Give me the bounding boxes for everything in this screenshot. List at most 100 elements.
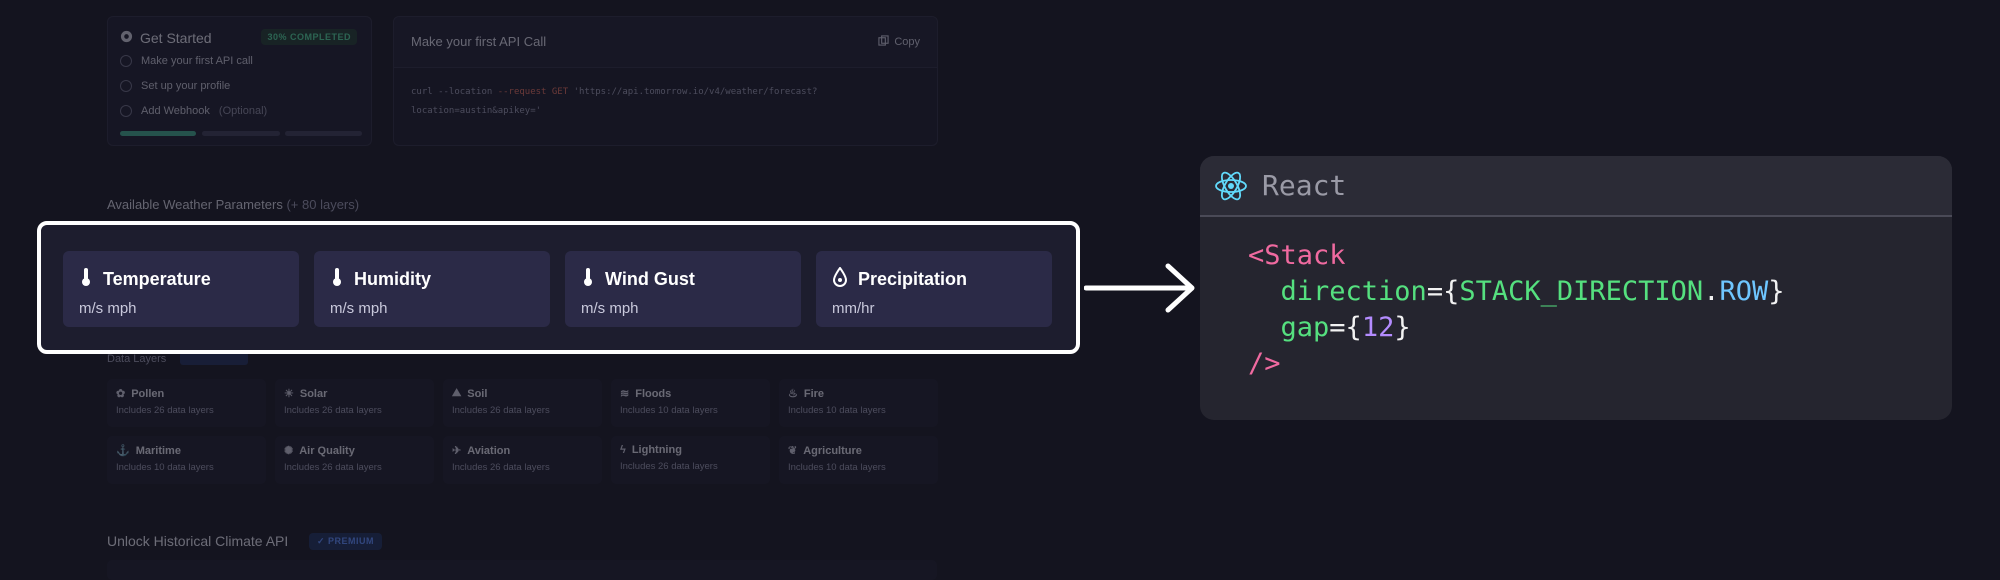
data-layer-name: Pollen <box>131 387 165 400</box>
data-layer-count: Includes 26 data layers <box>620 461 718 472</box>
data-layer-card[interactable]: ⚓ Maritime Includes 10 data layers <box>107 436 266 484</box>
data-layer-name-row: ⛰ Soil <box>452 387 593 400</box>
data-layer-card[interactable]: ❦ Agriculture Includes 10 data layers <box>779 436 938 484</box>
checkbox-circle[interactable] <box>120 105 132 117</box>
code-prop-name: gap <box>1280 312 1330 343</box>
highlighted-params-stack: Temperature m/s mph Humidity m/s mph Win… <box>37 221 1080 354</box>
api-code-snippet[interactable]: curl --location --request GET 'https://a… <box>411 83 817 121</box>
progress-segment-done <box>120 131 196 136</box>
weather-params-title: Available Weather Parameters <box>107 197 283 212</box>
code-text: 'https://api.tomorrow.io/v4/weather/fore… <box>568 87 818 97</box>
data-layer-name-row: ♨ Fire <box>788 387 929 401</box>
data-layer-name: Soil <box>467 387 488 400</box>
data-layer-card[interactable]: ☀ Solar Includes 26 data layers <box>275 379 434 427</box>
air-quality-icon: ✺ <box>284 445 294 457</box>
solar-icon: ☀ <box>284 388 294 400</box>
param-name: Humidity <box>354 269 432 289</box>
checklist-item[interactable]: Make your first API call <box>120 55 253 67</box>
param-units: m/s mph <box>581 300 639 317</box>
code-prop-value-key: ROW <box>1719 276 1769 307</box>
param-card-humidity[interactable]: Humidity m/s mph <box>314 251 550 327</box>
historical-panel <box>107 560 937 580</box>
checklist-item[interactable]: Add Webhook (Optional) <box>120 105 267 117</box>
data-layer-count: Includes 26 data layers <box>452 462 550 473</box>
maritime-icon: ⚓ <box>116 445 130 457</box>
data-layer-name: Air Quality <box>299 444 355 457</box>
data-layer-count: Includes 10 data layers <box>116 462 214 473</box>
react-code-card: React <Stack direction={STACK_DIRECTION.… <box>1200 156 1952 420</box>
checklist-item-label: Set up your profile <box>141 80 231 92</box>
code-prop-value-object: STACK_DIRECTION <box>1459 276 1704 307</box>
arrow-right-icon <box>1083 262 1198 319</box>
param-units: m/s mph <box>330 300 388 317</box>
progress-badge: 30% COMPLETED <box>261 29 357 45</box>
data-layer-card[interactable]: ⛰ Soil Includes 26 data layers <box>443 379 602 427</box>
param-units: mm/hr <box>832 300 875 317</box>
premium-badge: ✓ PREMIUM <box>309 533 383 550</box>
weather-params-count: (+ 80 layers) <box>286 197 360 212</box>
data-layer-name: Agriculture <box>803 444 862 457</box>
code-prop-name: direction <box>1280 276 1427 307</box>
droplet-icon <box>832 266 848 292</box>
param-card-temperature[interactable]: Temperature m/s mph <box>63 251 299 327</box>
param-card-wind-gust[interactable]: Wind Gust m/s mph <box>565 251 801 327</box>
data-layer-count: Includes 10 data layers <box>620 405 718 416</box>
checklist-item[interactable]: Set up your profile <box>120 80 230 92</box>
data-layer-name: Aviation <box>467 444 511 457</box>
data-layer-name-row: ❦ Agriculture <box>788 444 929 458</box>
data-layer-count: Includes 26 data layers <box>452 405 550 416</box>
thermometer-icon <box>79 267 93 292</box>
checkbox-circle[interactable] <box>120 80 132 92</box>
data-layer-name: Maritime <box>135 444 181 457</box>
copy-icon <box>878 35 889 49</box>
copy-button[interactable]: Copy <box>878 35 920 49</box>
code-flag: --request GET <box>497 87 569 97</box>
data-layer-name: Solar <box>299 387 328 400</box>
data-layer-card[interactable]: ✿ Pollen Includes 26 data layers <box>107 379 266 427</box>
data-layer-name-row: ✿ Pollen <box>116 387 257 401</box>
aviation-icon: ✈ <box>452 445 462 457</box>
data-layer-count: Includes 10 data layers <box>788 405 886 416</box>
react-logo-icon <box>1214 169 1248 208</box>
code-close-tag: /> <box>1248 348 1281 379</box>
api-call-title: Make your first API Call <box>411 34 547 49</box>
data-layer-card[interactable]: ≋ Floods Includes 10 data layers <box>611 379 770 427</box>
data-layer-name: Lightning <box>631 444 682 456</box>
code-prop-value-number: 12 <box>1361 312 1395 343</box>
get-started-card: Get Started 30% COMPLETED Make your firs… <box>107 16 372 146</box>
lightning-icon: ϟ <box>620 444 626 456</box>
data-layer-name-row: ≋ Floods <box>620 387 761 401</box>
data-layer-name-row: ϟ Lightning <box>620 444 761 456</box>
data-layer-count: Includes 10 data layers <box>788 462 886 473</box>
checkbox-circle[interactable] <box>120 55 132 67</box>
thermometer-icon <box>581 267 595 292</box>
react-code-snippet: <Stack direction={STACK_DIRECTION.ROW} g… <box>1248 240 1785 379</box>
api-call-card: Make your first API Call Copy curl --loc… <box>393 16 938 146</box>
data-layer-count: Includes 26 data layers <box>116 405 214 416</box>
data-layer-card[interactable]: ϟ Lightning Includes 26 data layers <box>611 436 770 484</box>
get-started-title: Get Started <box>120 30 212 46</box>
param-units: m/s mph <box>79 300 137 317</box>
data-layers-label: Data Layers <box>107 353 167 365</box>
data-layer-card[interactable]: ✈ Aviation Includes 26 data layers <box>443 436 602 484</box>
agriculture-icon: ❦ <box>788 445 798 457</box>
data-layer-card[interactable]: ✺ Air Quality Includes 26 data layers <box>275 436 434 484</box>
data-layer-name-row: ✺ Air Quality <box>284 444 425 458</box>
data-layer-count: Includes 26 data layers <box>284 462 382 473</box>
param-name: Precipitation <box>858 269 968 289</box>
data-layer-name: Fire <box>803 387 825 400</box>
rocket-icon <box>120 30 133 46</box>
fire-icon: ♨ <box>788 388 798 400</box>
param-name: Temperature <box>103 269 211 289</box>
data-layer-name-row: ⚓ Maritime <box>116 444 257 458</box>
code-text: curl --location <box>411 87 498 97</box>
pollen-icon: ✿ <box>116 388 126 400</box>
code-text: location=austin&apikey=' <box>411 106 542 116</box>
floods-icon: ≋ <box>620 388 630 400</box>
data-layer-card[interactable]: ♨ Fire Includes 10 data layers <box>779 379 938 427</box>
data-layer-name-row: ✈ Aviation <box>452 444 593 458</box>
code-open-tag: <Stack <box>1248 240 1346 271</box>
param-card-precipitation[interactable]: Precipitation mm/hr <box>816 251 1052 327</box>
checklist-item-label: Add Webhook <box>141 105 210 117</box>
copy-label: Copy <box>894 36 920 48</box>
